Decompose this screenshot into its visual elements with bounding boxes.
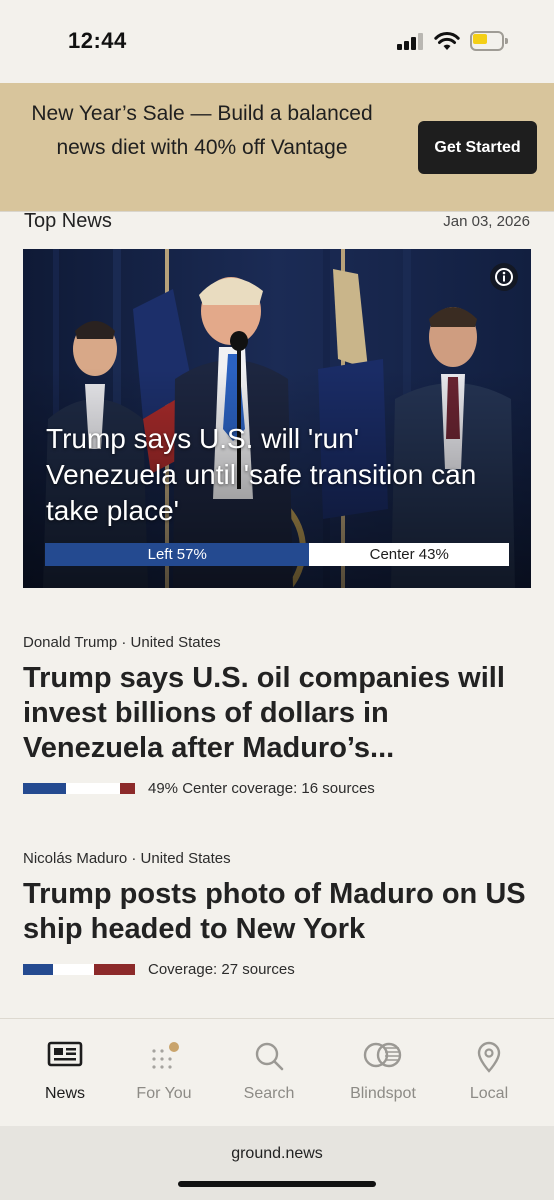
coverage-center-segment	[65, 783, 121, 794]
tab-label: Local	[469, 1085, 509, 1102]
story-item[interactable]: Nicolás Maduro · United States Trump pos…	[23, 850, 535, 978]
tab-news[interactable]: News	[15, 1019, 115, 1127]
coverage-bias-bar	[23, 783, 135, 794]
location-pin-icon	[477, 1041, 501, 1073]
story-topic[interactable]: Donald Trump · United States	[23, 634, 535, 651]
bias-left-segment: Left 57%	[45, 543, 310, 566]
coverage-left-segment	[23, 783, 66, 794]
coverage-row: 49% Center coverage: 16 sources	[23, 780, 535, 797]
section-title: Top News	[24, 211, 112, 232]
tab-label: News	[44, 1085, 85, 1102]
hero-story-card[interactable]: Trump says U.S. will 'run' Venezuela unt…	[23, 249, 531, 588]
search-icon	[255, 1042, 284, 1071]
status-time: 12:44	[68, 28, 127, 53]
coverage-center-segment	[53, 964, 94, 975]
hero-headline[interactable]: Trump says U.S. will 'run' Venezuela unt…	[46, 421, 486, 529]
coverage-text: 49% Center coverage: 16 sources	[148, 780, 375, 797]
coverage-row: Coverage: 27 sources	[23, 961, 535, 978]
top-news-header: Top News Jan 03, 2026	[0, 211, 554, 235]
story-headline[interactable]: Trump posts photo of Maduro on US ship h…	[23, 877, 535, 947]
coverage-right-segment	[93, 964, 135, 975]
wifi-icon	[434, 32, 460, 50]
bias-center-segment: Center 43%	[309, 543, 509, 566]
tab-blindspot[interactable]: Blindspot	[333, 1019, 433, 1127]
get-started-button[interactable]: Get Started	[418, 121, 537, 174]
status-bar: 12:44	[0, 0, 554, 82]
bottom-tab-bar: News For You Search Blindspot Local	[0, 1018, 554, 1126]
story-topic[interactable]: Nicolás Maduro · United States	[23, 850, 535, 867]
blindspot-icon	[363, 1042, 402, 1068]
tab-for-you[interactable]: For You	[114, 1019, 214, 1127]
cellular-signal-icon	[397, 32, 425, 50]
tab-label: For You	[136, 1085, 192, 1102]
dots-grid-icon	[152, 1042, 179, 1069]
info-button[interactable]	[490, 263, 518, 291]
hero-photo	[23, 249, 531, 588]
browser-url-bar[interactable]: ground.news	[0, 1126, 554, 1200]
hero-bias-bar: Left 57% Center 43%	[45, 543, 509, 566]
battery-icon	[470, 31, 508, 51]
story-headline[interactable]: Trump says U.S. oil companies will inves…	[23, 661, 535, 766]
url-text: ground.news	[231, 1145, 323, 1162]
coverage-bias-bar	[23, 964, 135, 975]
story-item[interactable]: Donald Trump · United States Trump says …	[23, 634, 535, 797]
coverage-left-segment	[23, 964, 54, 975]
tab-search[interactable]: Search	[219, 1019, 319, 1127]
coverage-right-segment	[120, 783, 135, 794]
info-icon	[495, 268, 513, 286]
home-indicator[interactable]	[178, 1181, 376, 1187]
promo-text: New Year’s Sale — Build a balanced news …	[31, 102, 373, 159]
tab-label: Blindspot	[350, 1085, 416, 1102]
newspaper-icon	[47, 1041, 83, 1067]
section-date: Jan 03, 2026	[443, 213, 530, 230]
tab-label: Search	[243, 1085, 295, 1102]
coverage-text: Coverage: 27 sources	[148, 961, 295, 978]
tab-local[interactable]: Local	[439, 1019, 539, 1127]
